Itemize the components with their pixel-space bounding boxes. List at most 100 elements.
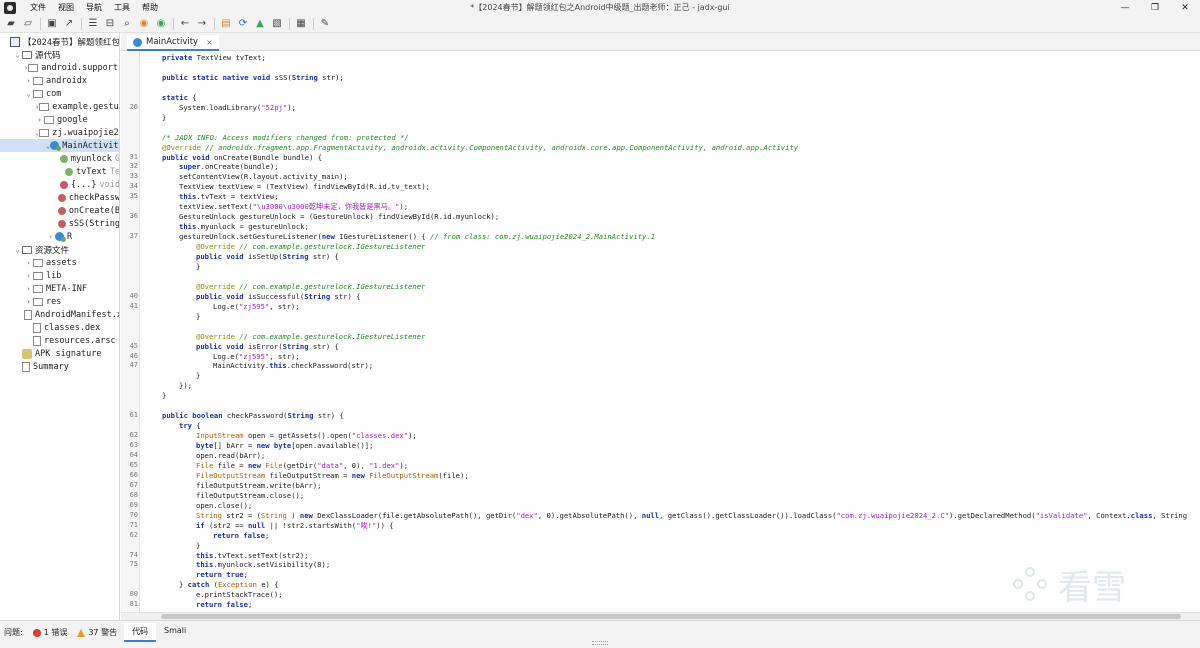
pkg-icon — [33, 271, 43, 280]
chevron-right-icon[interactable]: › — [24, 77, 33, 85]
tree-item[interactable]: tvText Te — [0, 165, 119, 178]
tree-item[interactable]: › R — [0, 230, 119, 243]
code-line: MainActivity.this.checkPassword(str); — [213, 361, 373, 371]
code-line: @Override // androidx.fragment.app.Fragm… — [162, 143, 798, 153]
chevron-right-icon[interactable]: › — [46, 233, 55, 241]
tree-item-label: 资源文件 — [35, 245, 70, 256]
pkg-icon — [33, 297, 43, 306]
pkg-icon — [28, 63, 39, 72]
menu-item-1[interactable]: 视图 — [52, 0, 80, 15]
tree-item[interactable]: ›example.gesture — [0, 100, 119, 113]
tree-item[interactable]: › lib — [0, 269, 119, 282]
tree-item[interactable]: resources.arsc — [0, 334, 119, 347]
tree-item[interactable]: › google — [0, 113, 119, 126]
chevron-right-icon[interactable]: › — [24, 272, 33, 280]
horizontal-scrollbar[interactable] — [121, 612, 1200, 620]
tree-item[interactable]: {...} void — [0, 178, 119, 191]
code-line: public boolean checkPassword(String str)… — [162, 411, 344, 421]
chevron-down-icon[interactable]: ⌄ — [24, 90, 33, 98]
chevron-right-icon[interactable]: › — [24, 298, 33, 306]
menu-item-4[interactable]: 帮助 — [136, 0, 164, 15]
settings-icon[interactable]: ▦ — [294, 17, 308, 31]
errors-count[interactable]: 1 错误 — [32, 627, 67, 638]
line-number-gutter: 26 31 32 33 34 35 36 37 40 41 45 46 47 61 62 63 64 65 66 67… — [121, 52, 140, 612]
tree-item[interactable]: checkPassw — [0, 191, 119, 204]
tree-item-label: zj.wuaipojie202 — [52, 127, 119, 138]
tree-item[interactable]: onCreate(B — [0, 204, 119, 217]
find-class-icon[interactable]: ◉ — [137, 17, 151, 31]
code-editor[interactable]: 26 31 32 33 34 35 36 37 40 41 45 46 47 61 62 63 64 65 66 67… — [121, 52, 1200, 612]
panel-resize-handle[interactable] — [592, 641, 608, 645]
chevron-down-icon[interactable]: ⌄ — [13, 246, 22, 254]
tree-item[interactable]: ⌄ com — [0, 87, 119, 100]
cls-icon — [50, 141, 62, 151]
tree-item[interactable]: ⌄ 源代码 — [0, 48, 119, 61]
add-file-icon[interactable]: ▱ — [21, 17, 35, 31]
close-button[interactable]: ✕ — [1170, 0, 1200, 15]
tree-item[interactable]: ⌄ MainActivity — [0, 139, 119, 152]
tree-item[interactable]: › assets — [0, 256, 119, 269]
deobfuscate-icon[interactable]: ⟳ — [236, 17, 250, 31]
wrench-icon[interactable]: ✎ — [318, 17, 332, 31]
tree-item[interactable]: Summary — [0, 360, 119, 373]
code-line: @Override // com.example.gesturelock.IGe… — [196, 332, 425, 342]
tab-code[interactable]: 代码 — [124, 623, 156, 642]
code-token: str) { — [334, 291, 361, 301]
code-line: }); — [179, 381, 192, 391]
tree-item[interactable]: › androidx — [0, 74, 119, 87]
tree-item[interactable]: ⌄zj.wuaipojie202 — [0, 126, 119, 139]
export-icon[interactable]: ↗ — [62, 17, 76, 31]
code-token: String — [282, 341, 313, 351]
decompile-icon[interactable]: ▤ — [219, 17, 233, 31]
forward-icon[interactable]: → — [195, 17, 209, 31]
tab-smali[interactable]: Smali — [156, 623, 194, 642]
find-usage-icon[interactable]: ◉ — [154, 17, 168, 31]
tree-item[interactable]: › res — [0, 295, 119, 308]
chevron-down-icon[interactable]: ⌄ — [13, 51, 22, 59]
status-bar: 问题: 1 错误 37 警告 代码 Smali — [0, 620, 1200, 648]
code-token: public void — [196, 252, 248, 261]
scrollbar-thumb[interactable] — [161, 614, 1181, 619]
back-icon[interactable]: ← — [178, 17, 192, 31]
tree-item[interactable]: › META-INF — [0, 282, 119, 295]
quark-icon[interactable]: ▧ — [270, 17, 284, 31]
code-line: textView.setText("\u3000\u3000乾坤未定，你我皆是黑… — [179, 202, 408, 212]
tree-item[interactable]: sSS(String — [0, 217, 119, 230]
code-token: ; — [243, 570, 248, 580]
warnings-count[interactable]: 37 警告 — [77, 627, 117, 638]
code-token: fileOutputStream.close(); — [196, 490, 305, 500]
search-icon[interactable]: ⌕ — [120, 17, 134, 31]
maximize-button[interactable]: ❐ — [1140, 0, 1170, 15]
save-icon[interactable]: ▣ — [45, 17, 59, 31]
tab-close-icon[interactable]: × — [206, 38, 213, 47]
log-icon[interactable]: ▲ — [253, 17, 267, 31]
chevron-right-icon[interactable]: › — [35, 116, 44, 124]
menu-item-3[interactable]: 工具 — [108, 0, 136, 15]
chevron-right-icon[interactable]: › — [24, 259, 33, 267]
tree-item[interactable]: APK signature — [0, 347, 119, 360]
tree-item-label: AndroidManifest.x — [35, 309, 120, 320]
code-token: open.read(bArr); — [196, 451, 266, 460]
menu-item-2[interactable]: 导航 — [80, 0, 108, 15]
sync-icon[interactable]: ☰ — [86, 17, 100, 31]
code-line: return false; — [213, 531, 269, 541]
file-icon — [22, 361, 30, 372]
code-token: { — [192, 92, 197, 102]
tree-item[interactable]: AndroidManifest.x — [0, 308, 120, 321]
open-file-icon[interactable]: ▰ — [4, 17, 18, 31]
tree-item[interactable]: myunlock G — [0, 152, 119, 165]
method-icon — [57, 219, 66, 228]
tree-item[interactable]: classes.dex — [0, 321, 119, 334]
menu-item-0[interactable]: 文件 — [24, 0, 52, 15]
flatten-icon[interactable]: ⊟ — [103, 17, 117, 31]
tree-item-label: res — [46, 296, 62, 307]
code-token: str); — [322, 72, 344, 82]
tree-item[interactable]: ⌄ 资源文件 — [0, 243, 119, 256]
tab-mainactivity[interactable]: MainActivity × — [127, 35, 219, 51]
minimize-button[interactable]: — — [1110, 0, 1140, 15]
code-line: byte[] bArr = new byte[open.available()]… — [196, 441, 373, 451]
tree-item[interactable]: 【2024春节】解题领红包 — [0, 35, 119, 48]
chevron-right-icon[interactable]: › — [24, 285, 33, 293]
code-token: class — [1130, 510, 1153, 520]
tree-item[interactable]: › android.support.v — [0, 61, 119, 74]
